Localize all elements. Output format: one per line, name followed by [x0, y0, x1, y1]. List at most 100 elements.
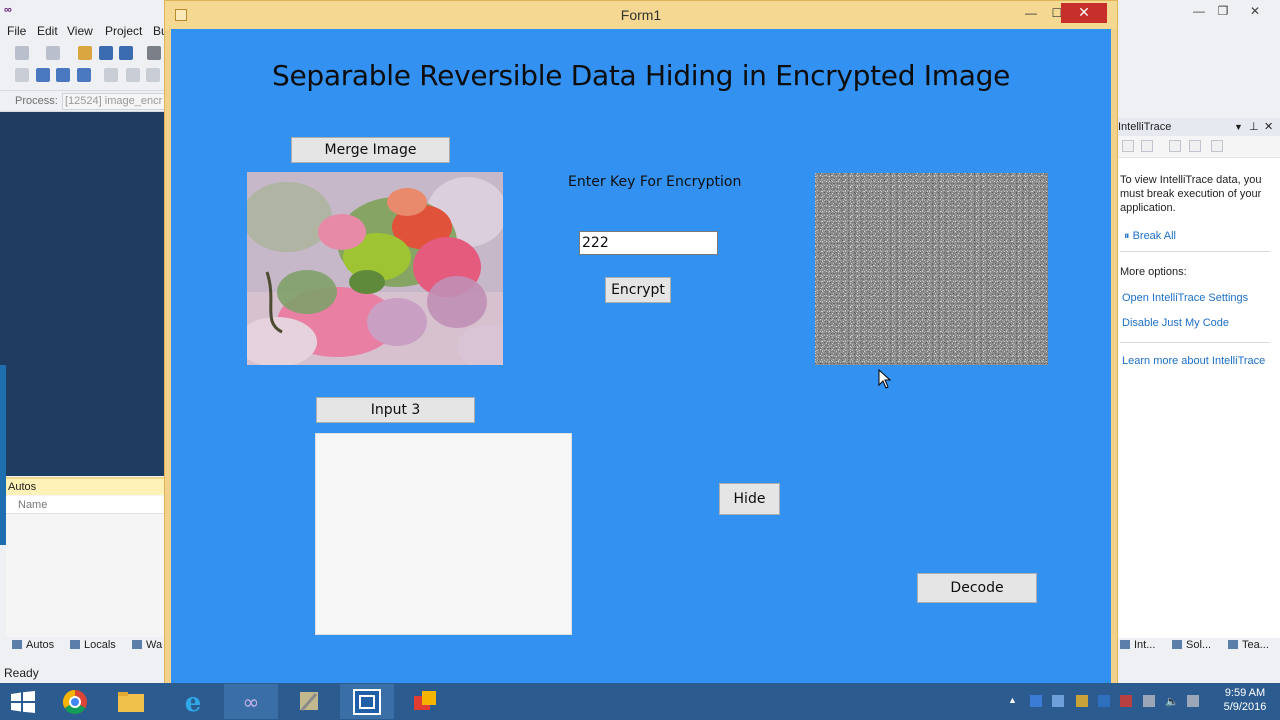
minimize-icon[interactable]: — [1186, 1, 1212, 21]
divider [1120, 342, 1270, 343]
cut-icon[interactable] [147, 46, 161, 60]
encryption-key-input[interactable]: 222 [579, 231, 718, 255]
show-next-statement-icon[interactable] [104, 68, 118, 82]
noise-picture [815, 173, 1048, 365]
learn-more-intellitrace-link[interactable]: Learn more about IntelliTrace [1122, 355, 1265, 367]
events-icon[interactable] [1122, 140, 1134, 152]
vs-menubar: File Edit View Project Bu [0, 22, 168, 40]
internet-explorer-taskbar-item[interactable]: e [166, 684, 220, 719]
clock-date: 5/9/2016 [1223, 701, 1267, 713]
process-label: Process: [15, 95, 58, 107]
tab-watch[interactable]: Wa [132, 639, 162, 651]
watch-icon [132, 640, 142, 649]
input3-button[interactable]: Input 3 [316, 397, 475, 423]
close-panel-icon[interactable]: ✕ [1264, 118, 1273, 136]
search-icon[interactable] [1189, 140, 1201, 152]
clock-time: 9:59 AM [1224, 687, 1266, 699]
network-icon[interactable] [1187, 695, 1199, 707]
hide-button[interactable]: Hide [719, 483, 780, 515]
chrome-icon [62, 690, 87, 715]
autos-name-column[interactable]: Name [6, 496, 165, 514]
solution-tabs: Int... Sol... Tea... [1116, 637, 1280, 657]
vs-statusbar: Ready [0, 663, 165, 683]
paint-icon [414, 691, 436, 710]
clock[interactable]: 9:59 AM 5/9/2016 [1212, 686, 1278, 714]
process-dropdown[interactable]: [12524] image_encr [62, 93, 172, 110]
step-into-icon[interactable] [126, 68, 140, 82]
stop-icon[interactable] [56, 68, 70, 82]
encrypted-image [815, 173, 1048, 365]
filter-icon[interactable] [1211, 140, 1223, 152]
add-item-icon[interactable] [46, 46, 60, 60]
continue-icon[interactable] [15, 68, 29, 82]
tray-app-icon[interactable] [1098, 695, 1110, 707]
internet-explorer-icon: e [185, 688, 202, 718]
menu-file[interactable]: File [7, 24, 26, 38]
action-center-icon[interactable] [1120, 695, 1132, 707]
file-explorer-taskbar-item[interactable] [104, 684, 158, 719]
form-app-taskbar-item[interactable] [340, 684, 394, 719]
tab-solution-explorer[interactable]: Sol... [1172, 639, 1211, 651]
form-close-icon[interactable]: ✕ [1061, 3, 1107, 23]
visual-studio-taskbar-item[interactable]: ∞ [224, 684, 278, 719]
step-over-icon[interactable] [146, 68, 160, 82]
disable-just-my-code-link[interactable]: Disable Just My Code [1122, 317, 1229, 329]
skype-tray-icon[interactable] [1030, 695, 1042, 707]
menu-view[interactable]: View [67, 24, 93, 38]
encryption-key-label: Enter Key For Encryption [568, 174, 742, 190]
locals-icon [70, 640, 80, 649]
form-minimize-icon[interactable]: — [1018, 3, 1044, 23]
visual-studio-icon: ∞ [243, 690, 260, 714]
tool-taskbar-item[interactable] [282, 684, 336, 719]
form1-titlebar[interactable]: Form1 — ☐ ✕ [165, 1, 1117, 29]
restore-icon[interactable]: ❐ [1210, 1, 1236, 21]
tab-locals[interactable]: Locals [70, 639, 116, 651]
solution-icon [1172, 640, 1182, 649]
power-icon[interactable] [1143, 695, 1155, 707]
settings-icon[interactable] [1169, 140, 1181, 152]
tab-intellitrace[interactable]: Int... [1120, 639, 1155, 651]
autos-header: Autos [6, 479, 165, 495]
form-title: Form1 [620, 7, 662, 23]
break-all-label: Break All [1132, 230, 1176, 242]
tab-intellitrace-label: Int... [1134, 639, 1156, 651]
open-intellitrace-settings-link[interactable]: Open IntelliTrace Settings [1122, 292, 1248, 304]
vs-right-blank [1116, 22, 1280, 118]
svg-text:∞: ∞ [243, 690, 260, 714]
paint-taskbar-item[interactable] [398, 684, 452, 719]
save-icon[interactable] [99, 46, 113, 60]
windows-start-icon[interactable] [10, 691, 36, 713]
close-icon[interactable]: ✕ [1242, 1, 1268, 21]
code-editor-area [0, 112, 165, 476]
intellitrace-panel: IntelliTrace ▼ ⊥ ✕ To view IntelliTrace … [1116, 118, 1280, 638]
status-text: Ready [4, 666, 39, 680]
volume-icon[interactable]: 🔈 [1165, 695, 1179, 708]
save-all-icon[interactable] [119, 46, 133, 60]
new-project-icon[interactable] [15, 46, 29, 60]
input3-picture-box [315, 433, 572, 635]
team-icon [1228, 640, 1238, 649]
menu-project[interactable]: Project [105, 24, 142, 38]
decode-button[interactable]: Decode [917, 573, 1037, 603]
tab-solution-label: Sol... [1186, 639, 1212, 651]
break-all-link[interactable]: ⏸ Break All [1124, 228, 1176, 243]
tab-team-explorer[interactable]: Tea... [1228, 639, 1269, 651]
restart-icon[interactable] [77, 68, 91, 82]
menu-edit[interactable]: Edit [37, 24, 58, 38]
tray-app-icon[interactable] [1076, 695, 1088, 707]
pin-icon[interactable]: ⊥ [1249, 118, 1259, 136]
calls-icon[interactable] [1141, 140, 1153, 152]
visual-studio-logo-icon: ∞ [4, 4, 12, 16]
open-folder-icon[interactable] [78, 46, 92, 60]
windows-tray-icon[interactable] [1052, 695, 1064, 707]
dropdown-icon[interactable]: ▼ [1234, 118, 1243, 136]
pause-icon[interactable] [36, 68, 50, 82]
intellitrace-toolbar [1116, 136, 1280, 158]
tab-autos[interactable]: Autos [12, 639, 54, 651]
autos-panel: Autos Name [6, 477, 165, 637]
merge-image-button[interactable]: Merge Image [291, 137, 450, 163]
encrypt-button[interactable]: Encrypt [605, 277, 671, 303]
intellitrace-header: IntelliTrace ▼ ⊥ ✕ [1116, 118, 1280, 136]
chrome-taskbar-item[interactable] [48, 684, 102, 719]
show-hidden-icons-icon[interactable]: ▲ [1008, 695, 1020, 707]
